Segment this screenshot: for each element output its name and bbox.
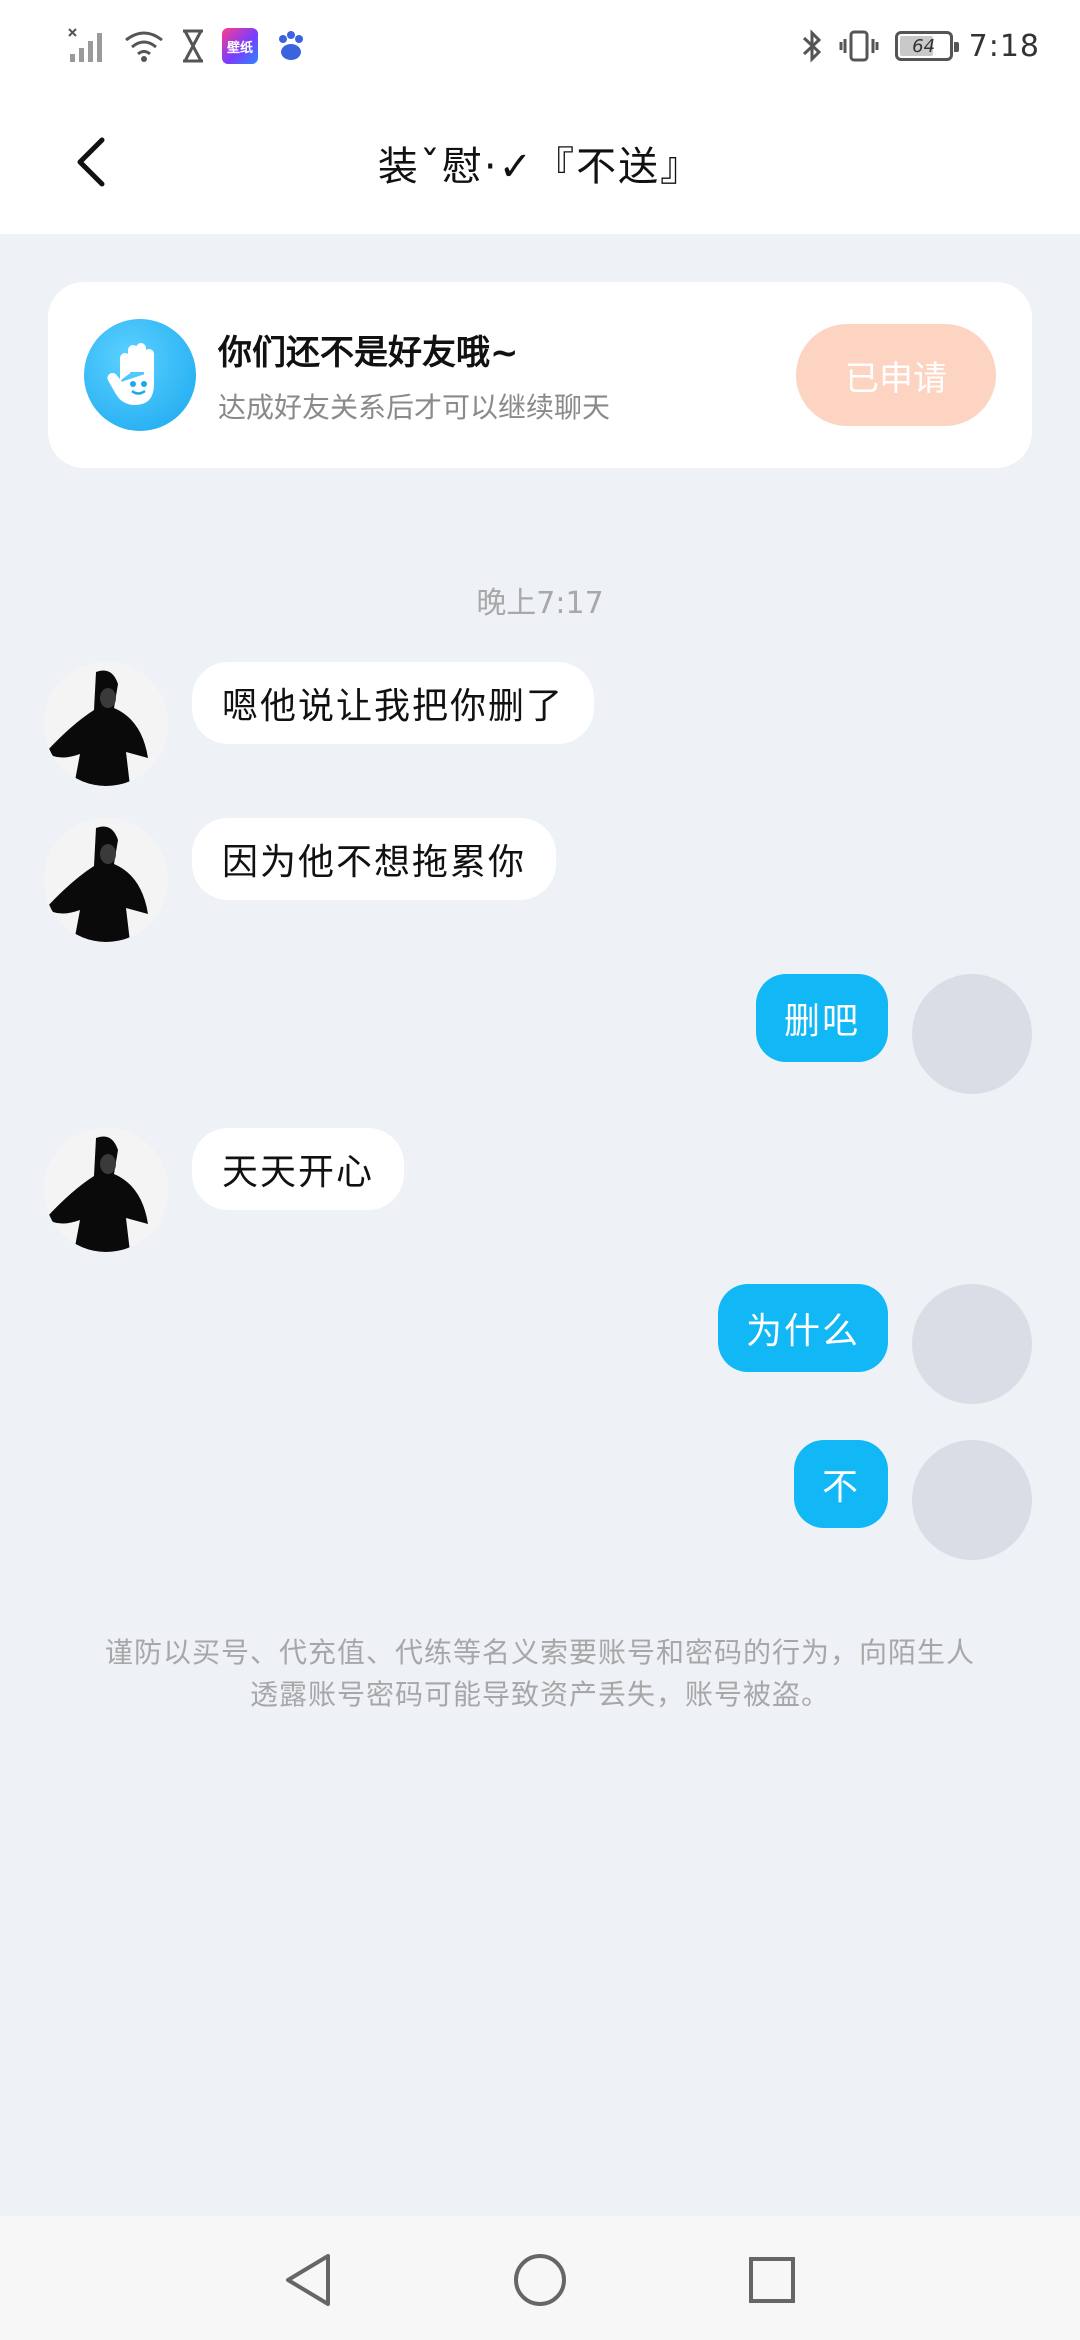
message-bubble-incoming[interactable]: 嗯他说让我把你删了: [192, 662, 595, 744]
applied-button[interactable]: 已申请: [796, 324, 996, 426]
friend-notice-text: 你们还不是好友哦~ 达成好友关系后才可以继续聊天: [218, 325, 796, 426]
triangle-back-icon: [286, 2254, 330, 2306]
friend-request-card: 你们还不是好友哦~ 达成好友关系后才可以继续聊天 已申请: [48, 282, 1032, 468]
message-row: 嗯他说让我把你删了: [0, 662, 1080, 786]
avatar[interactable]: [912, 974, 1032, 1094]
signal-icon: [68, 28, 108, 64]
avatar[interactable]: [44, 818, 168, 942]
back-arrow-icon: [77, 137, 105, 187]
status-right: 64 7:18: [801, 28, 1040, 64]
system-nav-bar: [0, 2216, 1080, 2340]
avatar[interactable]: [44, 1128, 168, 1252]
message-row: 不: [0, 1440, 1080, 1564]
status-bar: 壁纸 64 7:18: [0, 0, 1080, 92]
nav-home-button[interactable]: [508, 2248, 572, 2312]
bluetooth-icon: [801, 28, 823, 64]
hand-wave-icon: [84, 319, 196, 431]
message-bubble-outgoing[interactable]: 不: [793, 1440, 888, 1528]
message-row: 删吧: [0, 974, 1080, 1098]
security-warning: 谨防以买号、代充值、代练等名义索要账号和密码的行为，向陌生人透露账号密码可能导致…: [104, 1636, 975, 1711]
status-time: 7:18: [968, 28, 1040, 64]
nav-recents-button[interactable]: [740, 2248, 804, 2312]
chat-title: 装ˇ慰·✓『不送』: [377, 144, 703, 190]
wifi-icon: [124, 30, 164, 62]
vibrate-icon: [839, 29, 879, 63]
message-row: 为什么: [0, 1284, 1080, 1408]
message-row: 因为他不想拖累你: [0, 818, 1080, 942]
avatar[interactable]: [912, 1440, 1032, 1560]
message-row: 天天开心: [0, 1128, 1080, 1252]
message-bubble-outgoing[interactable]: 删吧: [755, 974, 888, 1062]
friend-notice-subtitle: 达成好友关系后才可以继续聊天: [218, 390, 611, 424]
friend-notice-title: 你们还不是好友哦~: [218, 332, 519, 373]
square-recents-icon: [749, 2257, 795, 2303]
chat-timestamp: 晚上7:17: [476, 586, 604, 621]
wallpaper-app-icon: 壁纸: [222, 28, 258, 64]
nav-back-button[interactable]: [276, 2248, 340, 2312]
chat-header: 装ˇ慰·✓『不送』: [0, 92, 1080, 234]
message-bubble-outgoing[interactable]: 为什么: [717, 1284, 888, 1372]
battery-level: 64: [912, 35, 936, 57]
avatar[interactable]: [44, 662, 168, 786]
avatar[interactable]: [912, 1284, 1032, 1404]
status-left: 壁纸: [68, 28, 308, 64]
baidu-paw-icon: [274, 29, 308, 63]
message-bubble-incoming[interactable]: 天天开心: [192, 1128, 405, 1210]
hourglass-icon: [180, 29, 206, 63]
battery-icon: 64: [894, 31, 959, 61]
circle-home-icon: [514, 2254, 566, 2306]
message-bubble-incoming[interactable]: 因为他不想拖累你: [192, 818, 557, 900]
back-button[interactable]: [60, 132, 120, 192]
